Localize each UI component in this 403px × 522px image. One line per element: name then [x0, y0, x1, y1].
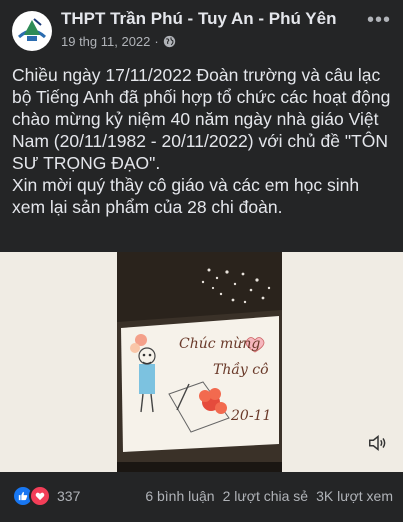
post-footer: 337 6 bình luận 2 lượt chia sẻ 3K lượt x…	[0, 478, 403, 514]
card-text: Thầy cô	[213, 361, 269, 378]
comments-count[interactable]: 6 bình luận	[145, 488, 214, 504]
reactions-summary[interactable]: 337	[12, 485, 80, 507]
globe-icon	[163, 35, 175, 48]
reaction-count: 337	[57, 488, 81, 504]
video-player[interactable]: Chúc mừng Thầy cô 20-11	[117, 252, 282, 472]
post-paragraph: Xin mời quý thầy cô giáo và các em học s…	[12, 175, 360, 217]
views-count: 3K lượt xem	[316, 488, 393, 504]
separator-dot: ·	[154, 34, 159, 49]
post-date[interactable]: 19 thg 11, 2022	[61, 34, 150, 49]
card-text: 20-11	[230, 408, 271, 424]
sound-icon[interactable]	[367, 432, 389, 454]
page-avatar[interactable]	[12, 11, 52, 51]
post-text: Chiều ngày 17/11/2022 Đoàn trường và câu…	[12, 64, 394, 218]
school-logo-icon	[13, 12, 51, 50]
post-paragraph: Chiều ngày 17/11/2022 Đoàn trường và câu…	[12, 65, 391, 173]
page-name-link[interactable]: THPT Trần Phú - Tuy An - Phú Yên	[61, 9, 336, 29]
love-reaction-icon	[29, 485, 51, 507]
shares-count[interactable]: 2 lượt chia sẻ	[223, 488, 308, 504]
post-meta: 19 thg 11, 2022 ·	[61, 34, 176, 49]
post-stats: 6 bình luận 2 lượt chia sẻ 3K lượt xem	[145, 488, 393, 504]
more-options-icon[interactable]: •••	[367, 10, 391, 30]
card-text: Chúc mừng	[179, 336, 260, 352]
post-video-container[interactable]: Chúc mừng Thầy cô 20-11	[0, 252, 403, 472]
post-header: THPT Trần Phú - Tuy An - Phú Yên 19 thg …	[0, 0, 403, 58]
